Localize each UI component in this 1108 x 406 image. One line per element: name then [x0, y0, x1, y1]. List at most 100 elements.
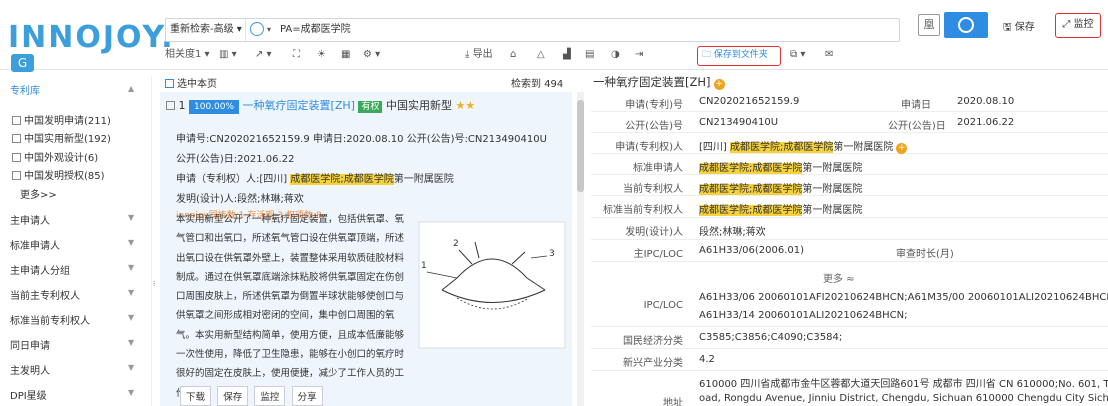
facet-main-inventor[interactable]: 主发明人	[10, 362, 50, 377]
collapse-icon[interactable]: ▲	[128, 84, 134, 93]
list-header: 选中本页 检索到 494 条	[165, 73, 575, 105]
chevron-down-icon[interactable]: ▼	[128, 313, 134, 322]
sidebar-item-label: 中国发明申请(211)	[24, 116, 111, 127]
table-icon[interactable]: ▤	[585, 46, 594, 64]
settings-icon[interactable]: ⚙ ▾	[363, 46, 380, 64]
download-button[interactable]: 下载	[180, 386, 212, 406]
select-page-checkbox[interactable]: 选中本页	[165, 75, 217, 90]
save-button[interactable]: 🖫 保存	[1003, 18, 1035, 37]
applicant-highlight[interactable]: 成都医学院;成都医学院	[290, 174, 394, 185]
value-highlight[interactable]: 成都医学院;成都医学院	[699, 163, 803, 174]
mail-icon[interactable]: ✉	[825, 46, 833, 64]
application-number-line: 申请号:CN202021652159.9 申请日:2020.08.10 公开(公…	[176, 134, 547, 145]
facet-dpi-rating[interactable]: DPI星级	[10, 387, 47, 402]
globe-icon[interactable]	[250, 22, 264, 36]
field-label: 标准当前专利权人	[603, 205, 683, 216]
grid-icon[interactable]: ▦	[341, 46, 350, 64]
value-highlight[interactable]: 成都医学院;成都医学院	[699, 205, 803, 216]
export-button[interactable]: ⤓ 导出	[465, 46, 493, 64]
patent-drawing[interactable]: 2 1 3	[417, 220, 567, 350]
select-page-label: 选中本页	[177, 79, 217, 90]
logo-sub-icon[interactable]: G	[11, 54, 34, 72]
result-record[interactable]: 1 100.00% 一种氧疗固定装置[ZH] 有权 中国实用新型 ★★ 申请号:…	[160, 92, 572, 406]
facet-applicant-group[interactable]: 主申请人分组	[10, 262, 70, 277]
brand-logo[interactable]: INNOJOY.	[8, 20, 175, 55]
record-title-link[interactable]: 一种氧疗固定装置[ZH]	[243, 99, 355, 112]
lightbulb-icon[interactable]: ☀	[317, 46, 326, 64]
record-checkbox[interactable]	[166, 101, 175, 110]
list-scrollbar[interactable]	[577, 92, 584, 406]
field-value: 成都医学院;成都医学院第一附属医院	[699, 159, 862, 174]
chevron-down-icon[interactable]: ▼	[128, 263, 134, 272]
sidebar-item-cn-granted[interactable]: 中国发明授权(85)	[12, 167, 105, 182]
chevron-down-icon[interactable]: ▼	[128, 388, 134, 397]
patent-library-heading[interactable]: 专利库	[10, 82, 40, 97]
detail-title: 一种氧疗固定装置[ZH] +	[593, 74, 725, 90]
search-input[interactable]: PA=成都医学院	[280, 19, 351, 41]
add-icon[interactable]: +	[713, 79, 725, 90]
query-builder-icon[interactable]: 凰	[918, 14, 940, 36]
detail-row-ipc: IPC/LOC A61H33/06 20060101AFI20210624BHC…	[591, 286, 1108, 327]
facet-main-applicant[interactable]: 主申请人	[10, 212, 50, 227]
scrollbar-thumb[interactable]	[577, 100, 584, 192]
view-mode-select[interactable]: ▥ ▾	[219, 46, 237, 64]
chevron-down-icon[interactable]: ▼	[128, 288, 134, 297]
field-value: 成都医学院;成都医学院第一附属医院	[699, 201, 862, 216]
more-toggle[interactable]: 更多 ≈	[823, 270, 855, 285]
checkbox[interactable]	[12, 153, 21, 162]
search-button[interactable]	[944, 12, 988, 38]
sidebar-item-cn-invention[interactable]: 中国发明申请(211)	[12, 112, 111, 127]
sidebar-more-link[interactable]: 更多>>	[20, 186, 57, 201]
facet-same-day-application[interactable]: 同日申请	[10, 337, 50, 352]
fullscreen-icon[interactable]: ⛶	[293, 46, 300, 64]
facet-standard-applicant[interactable]: 标准申请人	[10, 237, 60, 252]
record-title-line: 1 100.00% 一种氧疗固定装置[ZH] 有权 中国实用新型 ★★	[166, 97, 475, 114]
share-button[interactable]: 分享	[291, 386, 323, 406]
save-record-button[interactable]: 保存	[217, 386, 249, 406]
monitor-record-button[interactable]: 监控	[254, 386, 286, 406]
splitter-handle[interactable]: ⁝	[153, 280, 155, 288]
detail-row: 申请(专利权)人 [四川] 成都医学院;成都医学院第一附属医院 +	[591, 133, 1108, 154]
detail-row: 当前专利权人 成都医学院;成都医学院第一附属医院	[591, 175, 1108, 196]
facet-standard-current-owner[interactable]: 标准当前专利权人	[10, 312, 90, 327]
field-label: 申请(专利权)人	[615, 142, 683, 153]
field-label: 发明(设计)人	[625, 227, 683, 238]
monitor-label: 监控	[1073, 19, 1094, 30]
field-value: A61H33/06 20060101AFI20210624BHCN;A61M35…	[699, 292, 1108, 303]
relevance-sort-select[interactable]: 相关度1 ▾	[165, 46, 210, 64]
chevron-down-icon[interactable]: ▼	[128, 363, 134, 372]
chevron-down-icon[interactable]: ▼	[128, 338, 134, 347]
value-prefix: [四川]	[699, 142, 730, 153]
value-highlight[interactable]: 成都医学院;成都医学院	[729, 142, 834, 153]
field-value: CN213490410U	[699, 117, 779, 128]
sidebar-item-label: 中国外观设计(6)	[24, 153, 99, 164]
checkbox[interactable]	[12, 171, 21, 180]
detail-row: 国民经济分类 C3585;C3856;C4090;C3584;	[591, 327, 1108, 349]
detail-row: 申请(专利)号 CN202021652159.9 申请日 2020.08.10	[591, 92, 1108, 112]
sort-arrows-select[interactable]: ↗ ▾	[255, 46, 272, 64]
chevron-down-icon[interactable]: ▼	[128, 213, 134, 222]
checkbox[interactable]	[12, 116, 21, 125]
copy-icon[interactable]: ⧉ ▾	[790, 46, 805, 64]
share-icon[interactable]: ⇥	[635, 46, 643, 64]
bar-chart-icon[interactable]: ▟	[563, 46, 571, 64]
monitor-button[interactable]: ⤢ 监控	[1055, 13, 1101, 38]
value-highlight[interactable]: 成都医学院;成都医学院	[699, 184, 803, 195]
top-bar: INNOJOY. G 重新检索-高级 ▾ ▾ PA=成都医学院 凰 🖫 保存 ⤢…	[0, 0, 1108, 72]
add-icon[interactable]: +	[896, 143, 908, 154]
sidebar-item-cn-design[interactable]: 中国外观设计(6)	[12, 149, 98, 164]
sidebar-item-cn-utility[interactable]: 中国实用新型(192)	[12, 130, 111, 145]
search-mode-select[interactable]: 重新检索-高级 ▾	[166, 19, 246, 41]
facet-current-owner[interactable]: 当前主专利权人	[10, 287, 80, 302]
trend-chart-icon[interactable]: △	[537, 46, 545, 64]
inventors-line: 发明(设计)人:段然;林琳;蒋欢	[176, 194, 304, 205]
detail-row: 标准申请人 成都医学院;成都医学院第一附属医院	[591, 154, 1108, 175]
checkbox[interactable]	[12, 134, 21, 143]
save-to-folder-button[interactable]: 🗀 保存到文件夹	[697, 46, 781, 66]
home-icon[interactable]: ⌂	[510, 46, 516, 64]
sidebar-item-label: 中国发明授权(85)	[24, 171, 105, 182]
pie-chart-icon[interactable]: ◑	[611, 46, 620, 64]
chevron-down-icon[interactable]: ▾	[267, 19, 271, 41]
chevron-down-icon[interactable]: ▼	[128, 238, 134, 247]
applicant-line: 申请（专利权）人:[四川] 成都医学院;成都医学院第一附属医院	[176, 170, 454, 185]
